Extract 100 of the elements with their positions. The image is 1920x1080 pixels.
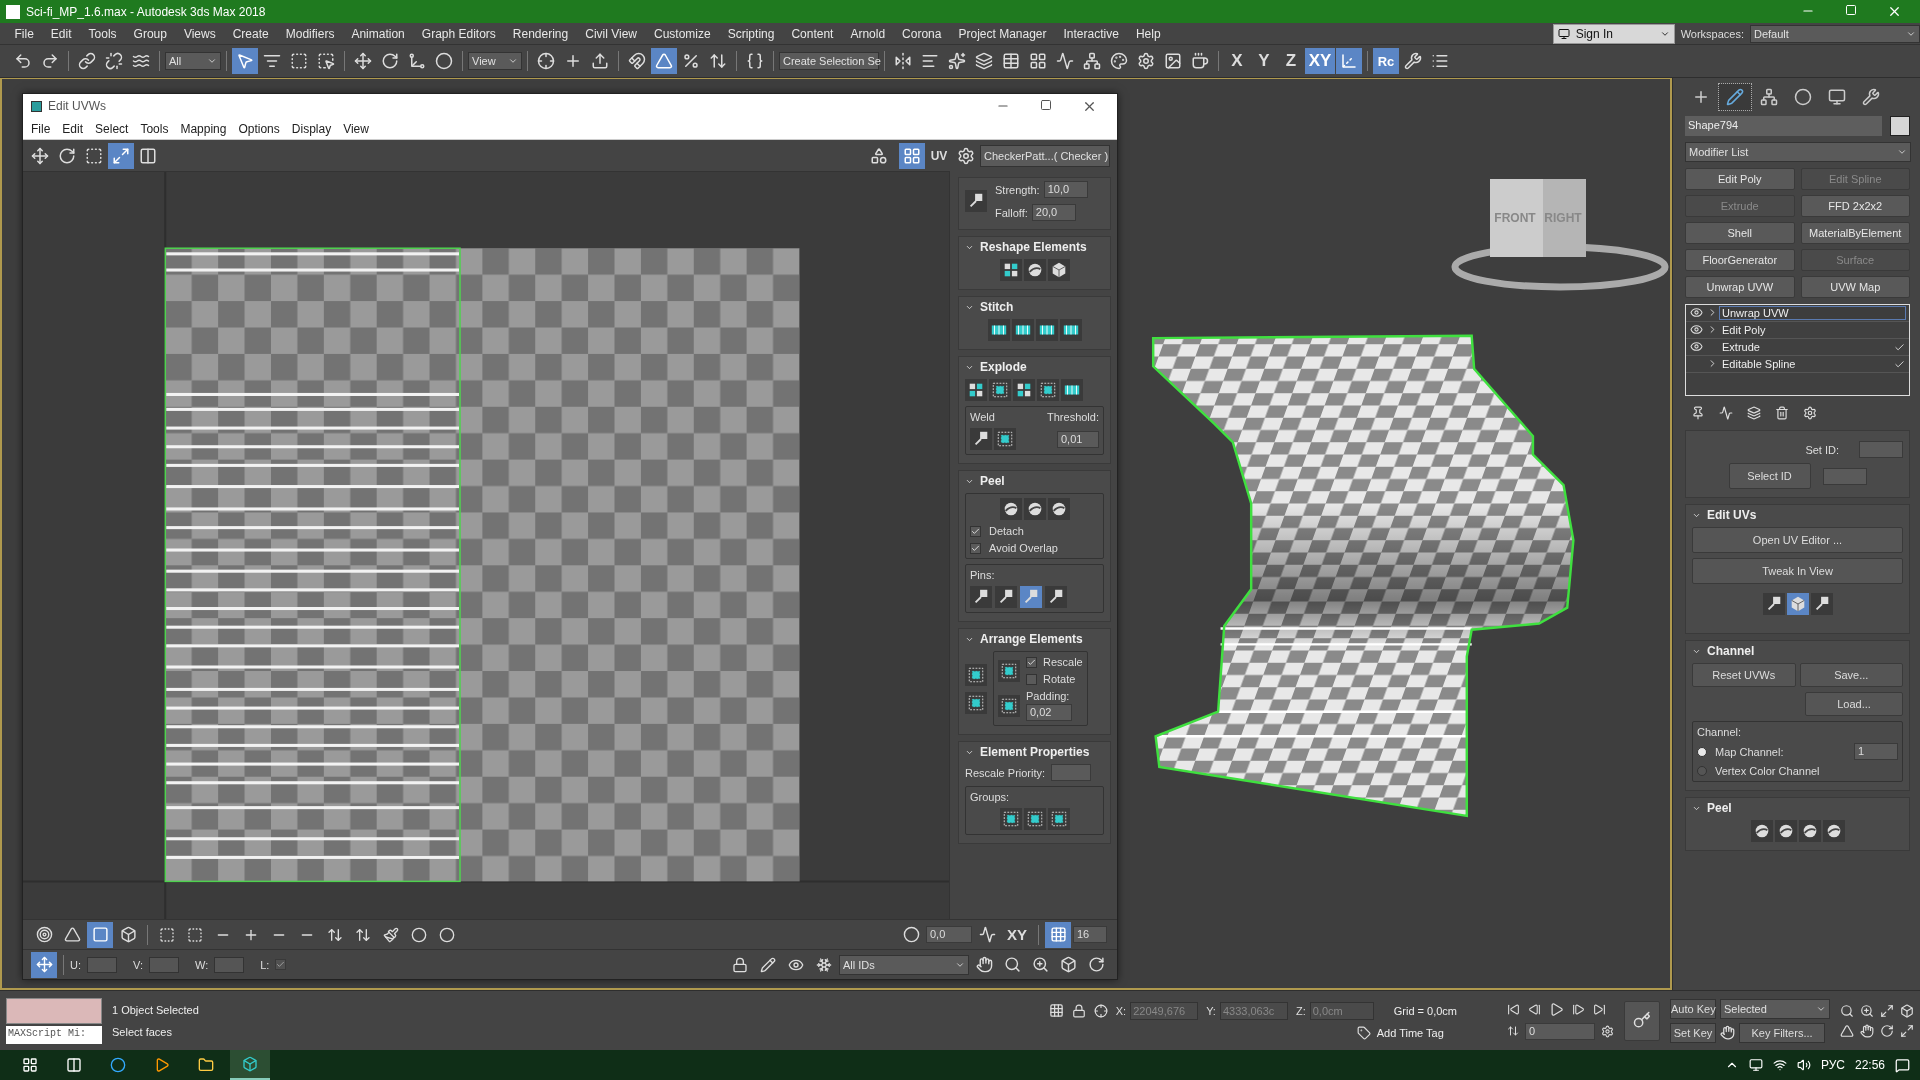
menu-item[interactable]: Help: [1127, 26, 1170, 41]
configure-icon[interactable]: [1803, 406, 1817, 420]
key-mode-dropdown[interactable]: Selected: [1720, 998, 1830, 1019]
pin-stack-icon[interactable]: [1691, 406, 1705, 420]
object-name-field[interactable]: Shape794: [1685, 116, 1882, 136]
modify-tab-icon[interactable]: [1726, 88, 1744, 106]
utilities-tab-icon[interactable]: [1862, 88, 1880, 106]
lock-icon[interactable]: [1071, 1003, 1086, 1018]
create-tab-icon[interactable]: [1692, 88, 1710, 106]
modifier-button[interactable]: Edit Poly: [1685, 168, 1795, 190]
axis-constraint-button[interactable]: XY: [1305, 48, 1335, 74]
menu-item[interactable]: Tools: [134, 121, 175, 136]
uv-tool-icon[interactable]: [1762, 593, 1785, 615]
pack-icon[interactable]: [965, 663, 987, 686]
menu-item[interactable]: Animation: [342, 26, 414, 41]
grid-snap-icon[interactable]: [1045, 921, 1071, 948]
modifier-button[interactable]: FFD 2x2x2: [1800, 195, 1910, 217]
transform-mode-icon[interactable]: [31, 951, 57, 978]
id-filter-dropdown[interactable]: All IDs: [839, 954, 969, 975]
menu-item[interactable]: Group: [125, 26, 176, 41]
visibility-icon[interactable]: [1690, 305, 1703, 319]
volume-icon[interactable]: [1796, 1058, 1811, 1072]
select-id-button[interactable]: Select ID: [1728, 463, 1811, 489]
uv-toggle-button[interactable]: UV: [926, 142, 952, 169]
go-to-end-icon[interactable]: [1593, 1002, 1606, 1016]
menu-item[interactable]: Create: [224, 26, 278, 41]
notification-icon[interactable]: [1895, 1057, 1910, 1073]
stitch-icon[interactable]: [1011, 319, 1034, 341]
modifier-button[interactable]: Unwrap UVW: [1685, 276, 1795, 298]
network-icon[interactable]: [1748, 1058, 1763, 1072]
angle-snap-icon[interactable]: [651, 48, 677, 74]
axis-constraint-button[interactable]: Y: [1251, 48, 1277, 74]
tweak-in-view-button[interactable]: Tweak In View: [1692, 558, 1903, 584]
menu-item[interactable]: View: [337, 121, 375, 136]
key-filter-icon[interactable]: [1720, 1025, 1735, 1040]
explode-icon[interactable]: [1061, 379, 1083, 401]
app-taskbar-icon[interactable]: [230, 1050, 270, 1080]
zoom-icon[interactable]: [1840, 1003, 1854, 1018]
workspace-dropdown[interactable]: Default: [1750, 24, 1920, 43]
visibility-icon[interactable]: [1690, 339, 1703, 353]
zoom-extents-all-icon[interactable]: [1900, 1003, 1914, 1018]
stitch-icon[interactable]: [1035, 319, 1058, 341]
menu-item[interactable]: Mapping: [174, 121, 233, 136]
previous-frame-icon[interactable]: [1528, 1002, 1541, 1016]
reset-uvws-button[interactable]: Reset UVWs: [1692, 663, 1796, 687]
visibility-icon[interactable]: [1690, 322, 1703, 336]
map-channel-field[interactable]: 1: [1854, 743, 1898, 760]
key-filters-button[interactable]: Key Filters...: [1739, 1022, 1825, 1043]
next-frame-icon[interactable]: [1572, 1002, 1585, 1016]
menu-item[interactable]: File: [25, 121, 57, 136]
axis-constraint-button[interactable]: Z: [1278, 48, 1304, 74]
explode-icon[interactable]: [989, 379, 1011, 401]
zoom-all-icon[interactable]: [1860, 1003, 1874, 1018]
axis-constraint-button[interactable]: X: [1224, 48, 1250, 74]
strength-field[interactable]: 10,0: [1043, 181, 1088, 198]
pin-icon[interactable]: [970, 586, 992, 608]
peel-icon[interactable]: [1047, 498, 1070, 520]
set-key-button[interactable]: Set Key: [1670, 1022, 1716, 1043]
pack-icon[interactable]: [998, 659, 1020, 682]
uv-tool-icon[interactable]: [1786, 593, 1809, 615]
coordinate-field[interactable]: [87, 956, 117, 973]
pin-icon[interactable]: [1045, 586, 1067, 608]
wifi-icon[interactable]: [1772, 1058, 1787, 1072]
menu-item[interactable]: Project Manager: [949, 26, 1055, 41]
cube-icon[interactable]: [1047, 259, 1070, 281]
pin-icon[interactable]: [995, 586, 1017, 608]
menu-item[interactable]: File: [6, 26, 43, 41]
peel-icon[interactable]: [999, 498, 1022, 520]
group-icon[interactable]: [1023, 808, 1046, 830]
close-icon[interactable]: [1887, 4, 1902, 19]
stitch-icon[interactable]: [1059, 319, 1082, 341]
hierarchy-tab-icon[interactable]: [1760, 88, 1778, 106]
menu-item[interactable]: Edit: [42, 26, 81, 41]
checkbox[interactable]: [1026, 673, 1037, 685]
motion-tab-icon[interactable]: [1794, 88, 1812, 106]
peel-icon[interactable]: [1750, 820, 1773, 842]
open-uv-editor-button[interactable]: Open UV Editor ...: [1692, 527, 1903, 553]
modifier-list-dropdown[interactable]: Modifier List: [1685, 142, 1911, 162]
group-icon[interactable]: [999, 808, 1022, 830]
auto-key-button[interactable]: Auto Key: [1670, 998, 1716, 1019]
object-color-swatch[interactable]: [1890, 116, 1910, 136]
checkbox[interactable]: [275, 959, 287, 970]
padding-field[interactable]: 0,02: [1026, 704, 1072, 721]
stack-item[interactable]: Edit Poly: [1720, 324, 1905, 336]
checkbox[interactable]: [970, 525, 981, 537]
orbit-icon[interactable]: [1880, 1023, 1894, 1038]
stack-item[interactable]: Extrude: [1720, 341, 1891, 353]
modifier-button[interactable]: Shell: [1685, 222, 1795, 244]
modifier-button[interactable]: UVW Map: [1800, 276, 1910, 298]
menu-item[interactable]: Arnold: [841, 26, 894, 41]
user-icon[interactable]: [1557, 27, 1570, 40]
plugin-button[interactable]: Rc: [1373, 48, 1399, 74]
modify-tab[interactable]: [1719, 84, 1751, 110]
peel-icon[interactable]: [1798, 820, 1821, 842]
peel-icon[interactable]: [1023, 498, 1046, 520]
explode-icon[interactable]: [1037, 379, 1059, 401]
menu-item[interactable]: Customize: [645, 26, 720, 41]
coordinate-field[interactable]: [214, 956, 245, 973]
delete-icon[interactable]: [1775, 406, 1789, 420]
play-icon[interactable]: [1549, 1001, 1564, 1017]
